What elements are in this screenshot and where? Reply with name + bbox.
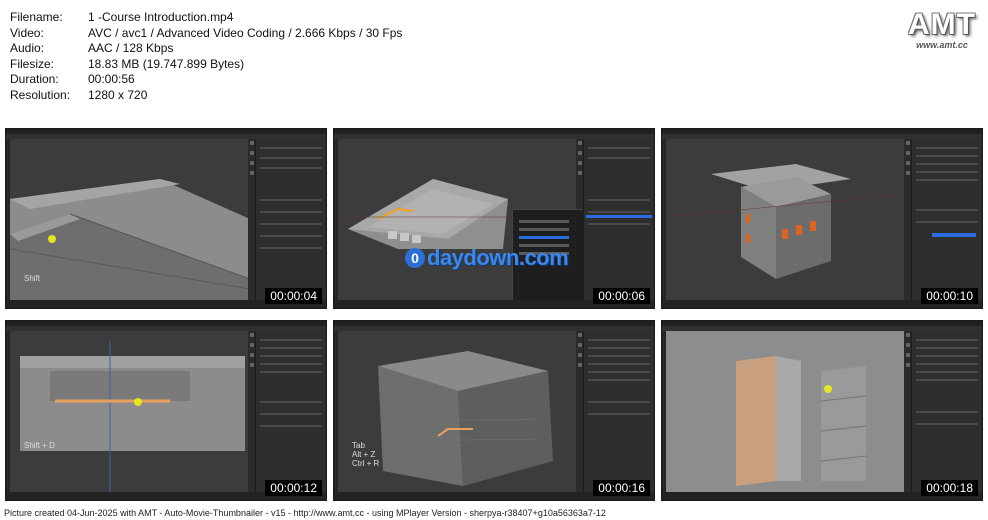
info-value: 1280 x 720 bbox=[88, 87, 148, 102]
daydown-watermark: 0 daydown.com bbox=[405, 245, 569, 271]
info-value: AVC / avc1 / Advanced Video Coding / 2.6… bbox=[88, 25, 403, 40]
info-key: Duration: bbox=[10, 72, 59, 87]
timestamp: 00:00:12 bbox=[265, 480, 322, 496]
pivot-dot bbox=[824, 385, 832, 393]
info-row-video: Video: AVC / avc1 / Advanced Video Coding… bbox=[10, 26, 402, 42]
footer-credit: Picture created 04-Jun-2025 with AMT - A… bbox=[4, 508, 606, 518]
logo-url: www.amt.cc bbox=[916, 40, 968, 50]
key-hint: Shift bbox=[24, 274, 41, 283]
timestamp: 00:00:18 bbox=[921, 480, 978, 496]
key-hint: Shift + D bbox=[24, 441, 55, 450]
info-row-filesize: Filesize: 18.83 MB (19.747.899 Bytes) bbox=[10, 57, 402, 73]
info-value: AAC / 128 Kbps bbox=[88, 41, 174, 56]
info-value: 1 -Course Introduction.mp4 bbox=[88, 10, 234, 24]
amt-logo: AMT www.amt.cc bbox=[908, 8, 976, 50]
thumbnail-3[interactable]: 00:00:10 bbox=[661, 128, 983, 309]
thumbnail-6[interactable]: 00:00:18 bbox=[661, 320, 983, 501]
scene bbox=[666, 164, 904, 279]
scene bbox=[20, 341, 245, 492]
viewport: Shift bbox=[10, 139, 248, 300]
thumbnail-5[interactable]: Tab Alt + Z Ctrl + R 00:00:16 bbox=[333, 320, 655, 501]
timestamp: 00:00:16 bbox=[593, 480, 650, 496]
info-key: Video: bbox=[10, 25, 44, 40]
viewport: Tab Alt + Z Ctrl + R bbox=[338, 331, 576, 492]
timestamp: 00:00:06 bbox=[593, 288, 650, 304]
logo-text: AMT bbox=[908, 8, 976, 41]
info-key: Resolution: bbox=[10, 87, 71, 102]
watermark-text: daydown.com bbox=[427, 245, 569, 270]
properties-panel bbox=[583, 331, 654, 492]
properties-panel bbox=[911, 331, 982, 492]
pivot-dot bbox=[134, 398, 142, 406]
info-key: Audio: bbox=[10, 41, 45, 56]
info-row-resolution: Resolution: 1280 x 720 bbox=[10, 88, 402, 104]
key-hint: Tab Alt + Z Ctrl + R bbox=[352, 441, 380, 468]
info-key: Filename: bbox=[10, 10, 63, 24]
viewport bbox=[666, 331, 904, 492]
info-row-filename: Filename: 1 -Course Introduction.mp4 bbox=[10, 10, 402, 26]
info-row-audio: Audio: AAC / 128 Kbps bbox=[10, 41, 402, 57]
properties-panel bbox=[911, 139, 982, 300]
info-value: 18.83 MB (19.747.899 Bytes) bbox=[88, 56, 245, 71]
thumbnail-4[interactable]: Shift + D 00:00:12 bbox=[5, 320, 327, 501]
scene bbox=[666, 331, 904, 492]
info-value: 00:00:56 bbox=[88, 72, 135, 87]
file-info: Filename: 1 -Course Introduction.mp4 Vide… bbox=[10, 10, 402, 104]
viewport: Shift + D bbox=[10, 331, 248, 492]
watermark-logo: 0 bbox=[405, 248, 425, 268]
scene bbox=[10, 179, 248, 300]
info-key: Filesize: bbox=[10, 56, 55, 71]
properties-panel bbox=[583, 139, 654, 300]
properties-panel bbox=[255, 331, 326, 492]
properties-panel bbox=[255, 139, 326, 300]
timestamp: 00:00:04 bbox=[265, 288, 322, 304]
timestamp: 00:00:10 bbox=[921, 288, 978, 304]
viewport bbox=[666, 139, 904, 300]
thumbnail-1[interactable]: Shift 00:00:04 bbox=[5, 128, 327, 309]
thumbnail-2[interactable]: 00:00:06 bbox=[333, 128, 655, 309]
info-row-duration: Duration: 00:00:56 bbox=[10, 72, 402, 88]
pivot-dot bbox=[48, 235, 56, 243]
